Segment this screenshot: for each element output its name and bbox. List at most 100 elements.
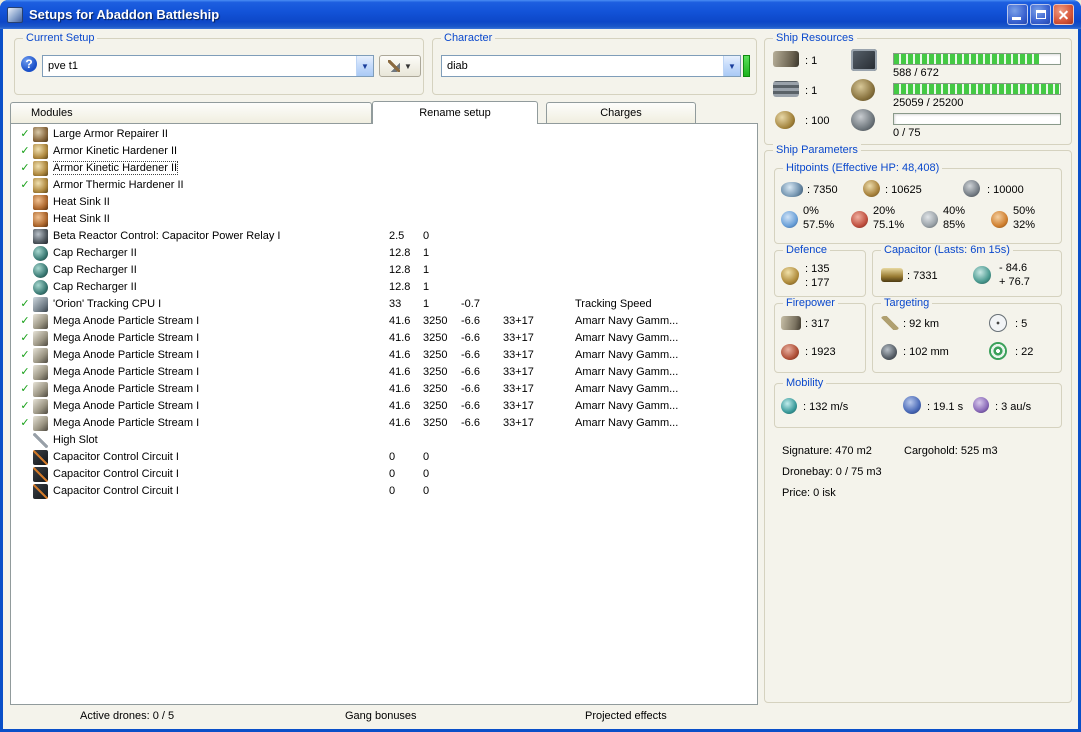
module-row[interactable]: Beta Reactor Control: Capacitor Power Re… bbox=[11, 228, 757, 245]
module-c2: 0 bbox=[423, 468, 430, 480]
tab-charges[interactable]: Charges bbox=[546, 102, 696, 123]
active-drones-label[interactable]: Active drones: 0 / 5 bbox=[80, 710, 174, 722]
module-row[interactable]: Cap Recharger II 12.8 1 bbox=[11, 262, 757, 279]
gang-bonuses-label[interactable]: Gang bonuses bbox=[345, 710, 417, 722]
volley-value: : 317 bbox=[805, 318, 830, 330]
module-name: Capacitor Control Circuit I bbox=[53, 485, 179, 497]
capacitor-label: Capacitor (Lasts: 6m 15s) bbox=[881, 244, 1013, 256]
tab-rename-setup[interactable]: Rename setup bbox=[372, 101, 538, 124]
em-resist-armor: 57.5% bbox=[803, 219, 835, 231]
defence-group: Defence : 135 : 177 bbox=[774, 244, 866, 297]
module-c2: 1 bbox=[423, 247, 430, 259]
capacitor-icon bbox=[881, 268, 903, 282]
module-name: Mega Anode Particle Stream I bbox=[53, 366, 200, 378]
sensor-strength-icon bbox=[989, 342, 1007, 360]
module-c5: Tracking Speed bbox=[575, 298, 652, 310]
targeting-range-value: : 92 km bbox=[903, 318, 940, 330]
thermal-resist-shield: 20% bbox=[873, 205, 896, 217]
module-row[interactable]: ✓ Mega Anode Particle Stream I 41.6 3250 -6.… bbox=[11, 381, 757, 398]
module-row[interactable]: ✓ Large Armor Repairer II bbox=[11, 126, 757, 143]
armor-hp-value: : 10625 bbox=[885, 184, 922, 196]
module-c2: 1 bbox=[423, 281, 430, 293]
dps-icon bbox=[781, 344, 799, 360]
title-bar: Setups for Abaddon Battleship bbox=[0, 0, 1081, 29]
module-c3: -6.6 bbox=[461, 315, 480, 327]
module-row[interactable]: ✓ Mega Anode Particle Stream I 41.6 3250 -6.… bbox=[11, 415, 757, 432]
armor-hardener-icon bbox=[33, 144, 48, 159]
module-row[interactable]: ✓ Armor Kinetic Hardener II bbox=[11, 160, 757, 177]
module-name: Mega Anode Particle Stream I bbox=[53, 315, 200, 327]
module-row[interactable]: Capacitor Control Circuit I 0 0 bbox=[11, 483, 757, 500]
explosive-resist-icon bbox=[991, 211, 1008, 228]
capacitor-recharge: + 76.7 bbox=[999, 276, 1030, 288]
defence-icon bbox=[781, 267, 799, 285]
module-row[interactable]: Heat Sink II bbox=[11, 194, 757, 211]
module-row[interactable]: Cap Recharger II 12.8 1 bbox=[11, 279, 757, 296]
cpu-value: 588 / 672 bbox=[893, 67, 939, 79]
armor-hardener-icon bbox=[33, 161, 48, 176]
module-row[interactable]: ✓ 'Orion' Tracking CPU I 33 1 -0.7 Tracking S… bbox=[11, 296, 757, 313]
kinetic-resist-shield: 40% bbox=[943, 205, 966, 217]
setup-combobox-arrow[interactable]: ▼ bbox=[356, 56, 373, 76]
cap-circuit-icon bbox=[33, 450, 48, 465]
module-name: High Slot bbox=[53, 434, 98, 446]
close-button[interactable] bbox=[1053, 4, 1074, 25]
module-name: Mega Anode Particle Stream I bbox=[53, 400, 200, 412]
module-name: Large Armor Repairer II bbox=[53, 128, 168, 140]
module-c4: 33+17 bbox=[503, 315, 534, 327]
targeting-range-icon bbox=[881, 316, 899, 330]
active-check-icon: ✓ bbox=[20, 162, 30, 174]
module-c2: 0 bbox=[423, 230, 430, 242]
firepower-group: Firepower : 317 : 1923 bbox=[774, 297, 866, 373]
module-c2: 1 bbox=[423, 264, 430, 276]
reactor-control-icon bbox=[33, 229, 48, 244]
module-row[interactable]: Cap Recharger II 12.8 1 bbox=[11, 245, 757, 262]
character-combobox-arrow[interactable]: ▼ bbox=[723, 56, 740, 76]
max-targets-icon bbox=[989, 314, 1007, 332]
module-c4: 33+17 bbox=[503, 383, 534, 395]
module-row[interactable]: ✓ Mega Anode Particle Stream I 41.6 3250 -6.… bbox=[11, 347, 757, 364]
module-row[interactable]: ✓ Mega Anode Particle Stream I 41.6 3250 -6.… bbox=[11, 330, 757, 347]
module-row[interactable]: ✓ Mega Anode Particle Stream I 41.6 3250 -6.… bbox=[11, 313, 757, 330]
armor-repairer-icon bbox=[33, 127, 48, 142]
minimize-button[interactable] bbox=[1007, 4, 1028, 25]
module-name: Armor Kinetic Hardener II bbox=[53, 145, 178, 157]
maximize-icon bbox=[1036, 10, 1046, 19]
structure-hp-value: : 10000 bbox=[987, 184, 1024, 196]
module-c5: Amarr Navy Gamm... bbox=[575, 366, 679, 378]
warp-speed-value: : 3 au/s bbox=[995, 401, 1032, 413]
ship-resources-group: Ship Resources : 1 : 1 : 100 588 / 672 2… bbox=[764, 32, 1072, 145]
module-name: Cap Recharger II bbox=[53, 264, 137, 276]
module-c3: -6.6 bbox=[461, 383, 480, 395]
tab-modules[interactable]: Modules bbox=[10, 102, 372, 123]
module-list[interactable]: ✓ Large Armor Repairer II ✓ Armor Kinetic H… bbox=[10, 124, 758, 705]
max-velocity-icon bbox=[781, 398, 797, 414]
module-row[interactable]: ✓ Armor Kinetic Hardener II bbox=[11, 143, 757, 160]
setup-combobox[interactable]: pve t1 ▼ bbox=[42, 55, 374, 77]
active-check-icon: ✓ bbox=[20, 332, 30, 344]
module-row[interactable]: Capacitor Control Circuit I 0 0 bbox=[11, 466, 757, 483]
module-row[interactable]: ✓ Mega Anode Particle Stream I 41.6 3250 -6.… bbox=[11, 398, 757, 415]
active-check-icon: ✓ bbox=[20, 128, 30, 140]
module-c1: 41.6 bbox=[389, 417, 411, 429]
character-combobox[interactable]: diab ▼ bbox=[441, 55, 741, 77]
setup-tools-button[interactable]: ▼ bbox=[379, 55, 421, 77]
scan-resolution-icon bbox=[881, 344, 897, 360]
module-row[interactable]: ✓ Armor Thermic Hardener II bbox=[11, 177, 757, 194]
laser-turret-icon bbox=[33, 416, 48, 431]
calibration-icon bbox=[775, 111, 795, 129]
module-c1: 0 bbox=[389, 468, 396, 480]
explosive-resist-armor: 32% bbox=[1013, 219, 1036, 231]
help-icon[interactable]: ? bbox=[21, 56, 37, 72]
module-row[interactable]: Capacitor Control Circuit I 0 0 bbox=[11, 449, 757, 466]
targeting-group: Targeting : 92 km : 102 mm : 5 : 22 bbox=[872, 297, 1062, 373]
module-row[interactable]: High Slot bbox=[11, 432, 757, 449]
module-name: Capacitor Control Circuit I bbox=[53, 451, 179, 463]
maximize-button[interactable] bbox=[1030, 4, 1051, 25]
module-c4: 33+17 bbox=[503, 400, 534, 412]
module-row[interactable]: ✓ Mega Anode Particle Stream I 41.6 3250 -6.… bbox=[11, 364, 757, 381]
module-c4: 33+17 bbox=[503, 417, 534, 429]
module-row[interactable]: Heat Sink II bbox=[11, 211, 757, 228]
active-check-icon: ✓ bbox=[20, 145, 30, 157]
projected-effects-label[interactable]: Projected effects bbox=[585, 710, 667, 722]
